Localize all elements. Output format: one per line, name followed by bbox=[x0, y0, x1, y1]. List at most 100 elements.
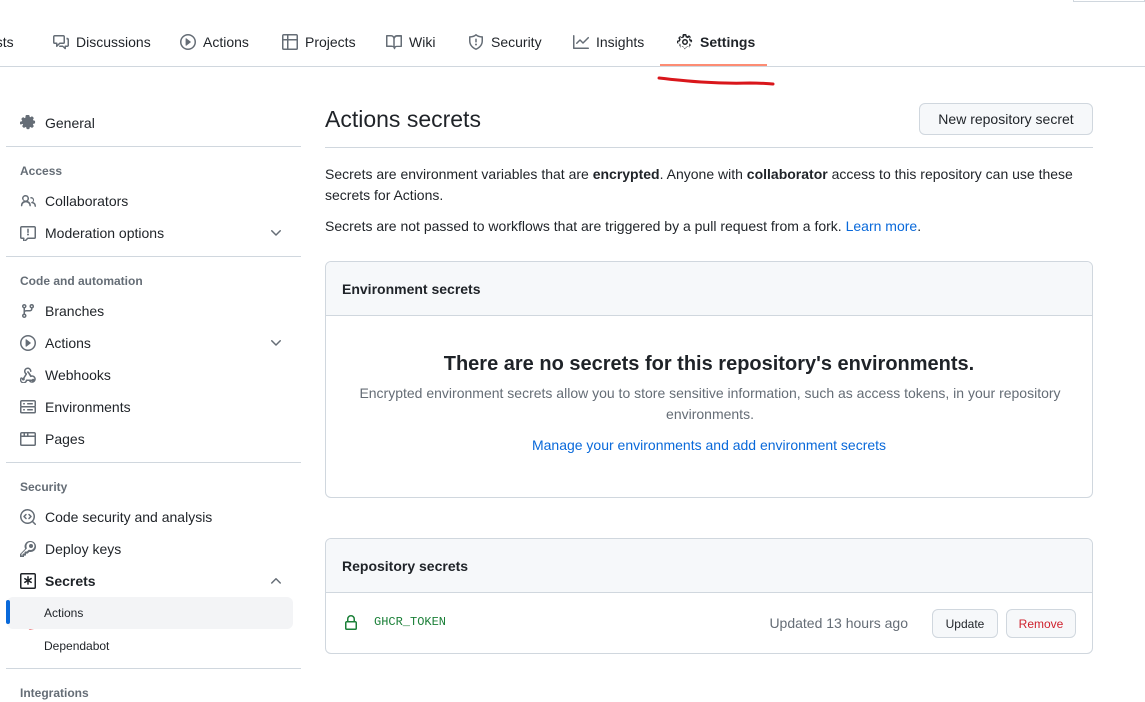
selected-indicator bbox=[6, 600, 10, 624]
sidebar-item-label: Webhooks bbox=[45, 367, 111, 383]
tab-pull-requests[interactable]: ests bbox=[0, 30, 14, 54]
graph-icon bbox=[573, 35, 589, 49]
sidebar-item-label: General bbox=[45, 115, 95, 131]
sidebar-item-code-security[interactable]: Code security and analysis bbox=[20, 505, 290, 529]
desc-text: . Anyone with bbox=[659, 166, 747, 182]
chevron-up-icon[interactable] bbox=[268, 573, 284, 589]
key-icon bbox=[20, 541, 36, 557]
active-tab-underline bbox=[660, 64, 767, 66]
tab-discussions[interactable]: Discussions bbox=[53, 30, 151, 54]
tab-actions[interactable]: Actions bbox=[180, 30, 249, 54]
desc-bold: collaborator bbox=[746, 166, 828, 182]
remove-secret-button[interactable]: Remove bbox=[1006, 609, 1076, 638]
title-divider bbox=[325, 147, 1093, 148]
sidebar-item-label: Collaborators bbox=[45, 193, 129, 209]
tab-label: Actions bbox=[203, 34, 249, 50]
sidebar-divider bbox=[6, 146, 301, 147]
lock-icon bbox=[345, 615, 357, 630]
sidebar-item-label: Moderation options bbox=[45, 225, 165, 241]
desc-text: Secrets are not passed to workflows that… bbox=[325, 218, 846, 234]
environment-secrets-box: Environment secrets There are no secrets… bbox=[325, 261, 1093, 498]
browser-icon bbox=[20, 432, 36, 446]
gear-icon bbox=[20, 115, 36, 130]
tab-label: ests bbox=[0, 34, 14, 50]
branch-icon bbox=[22, 303, 34, 319]
annotation-underline-settings bbox=[657, 76, 775, 86]
environment-secrets-header: Environment secrets bbox=[326, 262, 1092, 316]
tab-wiki[interactable]: Wiki bbox=[386, 30, 435, 54]
page-title: Actions secrets bbox=[325, 106, 481, 132]
secret-row: GHCR_TOKEN Updated 13 hours ago Update R… bbox=[326, 593, 1092, 653]
sidebar-item-deploy-keys[interactable]: Deploy keys bbox=[20, 537, 290, 561]
secret-updated-time: Updated 13 hours ago bbox=[769, 615, 908, 631]
sidebar-item-branches[interactable]: Branches bbox=[20, 299, 290, 323]
secret-name: GHCR_TOKEN bbox=[374, 615, 447, 629]
play-icon bbox=[20, 335, 36, 351]
tab-label: Insights bbox=[596, 34, 645, 50]
shield-icon bbox=[469, 34, 483, 50]
book-icon bbox=[386, 34, 402, 50]
sidebar-item-collaborators[interactable]: Collaborators bbox=[20, 189, 290, 213]
sidebar-heading-integrations: Integrations bbox=[20, 686, 89, 700]
people-icon bbox=[20, 195, 36, 207]
repository-secrets-header: Repository secrets bbox=[326, 539, 1092, 593]
sidebar-subitem-secrets-dependabot[interactable]: Dependabot bbox=[7, 630, 293, 662]
desc-text: Secrets are environment variables that a… bbox=[325, 166, 593, 182]
sidebar-heading-security: Security bbox=[20, 480, 68, 494]
sidebar-divider bbox=[6, 668, 301, 669]
sidebar-subitem-secrets-actions[interactable]: Actions bbox=[7, 597, 293, 629]
tab-label: Settings bbox=[700, 34, 756, 50]
manage-environments-link[interactable]: Manage your environments and add environ… bbox=[326, 437, 1092, 453]
repository-secrets-box: Repository secrets GHCR_TOKEN Updated 13… bbox=[325, 538, 1093, 654]
chevron-down-icon[interactable] bbox=[268, 335, 284, 351]
sidebar-heading-access: Access bbox=[20, 164, 63, 178]
chevron-down-icon[interactable] bbox=[268, 225, 284, 241]
sidebar-heading-code-automation: Code and automation bbox=[20, 274, 143, 288]
server-icon bbox=[20, 400, 36, 414]
header-corner bbox=[1073, 0, 1145, 2]
sidebar-item-label: Actions bbox=[44, 606, 84, 620]
sidebar-item-label: Secrets bbox=[45, 573, 96, 589]
sidebar-item-label: Deploy keys bbox=[45, 541, 122, 557]
sidebar-item-environments[interactable]: Environments bbox=[20, 395, 290, 419]
sidebar-item-label: Branches bbox=[45, 303, 105, 319]
desc-bold: encrypted bbox=[592, 166, 660, 182]
comment-report-icon bbox=[20, 226, 36, 241]
sidebar-item-label: Environments bbox=[45, 399, 131, 415]
sidebar-item-label: Pages bbox=[45, 431, 85, 447]
sidebar-item-pages[interactable]: Pages bbox=[20, 427, 290, 451]
sidebar-item-label: Code security and analysis bbox=[45, 509, 213, 525]
discussions-icon bbox=[53, 35, 69, 50]
learn-more-link[interactable]: Learn more bbox=[846, 218, 918, 234]
description-encrypted: Secrets are environment variables that a… bbox=[325, 164, 1085, 206]
table-icon bbox=[282, 34, 298, 50]
codescan-icon bbox=[20, 509, 36, 525]
blankslate-title: There are no secrets for this repository… bbox=[443, 353, 975, 375]
sidebar-item-secrets[interactable]: Secrets bbox=[20, 569, 290, 593]
sidebar-item-webhooks[interactable]: Webhooks bbox=[20, 363, 290, 387]
sidebar-item-label: Dependabot bbox=[44, 639, 110, 653]
sidebar-item-actions[interactable]: Actions bbox=[20, 331, 290, 355]
gear-icon bbox=[677, 34, 693, 50]
description-fork: Secrets are not passed to workflows that… bbox=[325, 216, 1085, 237]
tab-insights[interactable]: Insights bbox=[573, 30, 644, 54]
new-repository-secret-button[interactable]: New repository secret bbox=[919, 103, 1093, 135]
play-icon bbox=[180, 34, 196, 50]
update-secret-button[interactable]: Update bbox=[932, 609, 998, 638]
sidebar-item-label: Actions bbox=[45, 335, 91, 351]
tab-label: Security bbox=[491, 34, 542, 50]
tab-label: Wiki bbox=[409, 34, 436, 50]
sidebar-item-general[interactable]: General bbox=[20, 111, 290, 135]
desc-text: . bbox=[917, 218, 922, 234]
sidebar-item-moderation[interactable]: Moderation options bbox=[20, 221, 290, 245]
asterisk-square-icon bbox=[20, 573, 36, 589]
tab-settings[interactable]: Settings bbox=[677, 30, 755, 54]
tab-projects[interactable]: Projects bbox=[282, 30, 356, 54]
sidebar-divider bbox=[6, 256, 301, 257]
sidebar-divider bbox=[6, 462, 301, 463]
webhook-icon bbox=[20, 367, 36, 383]
blankslate-text: Encrypted environment secrets allow you … bbox=[359, 385, 1061, 422]
tab-security[interactable]: Security bbox=[468, 30, 542, 54]
tab-label: Projects bbox=[305, 34, 356, 50]
tab-label: Discussions bbox=[76, 34, 151, 50]
